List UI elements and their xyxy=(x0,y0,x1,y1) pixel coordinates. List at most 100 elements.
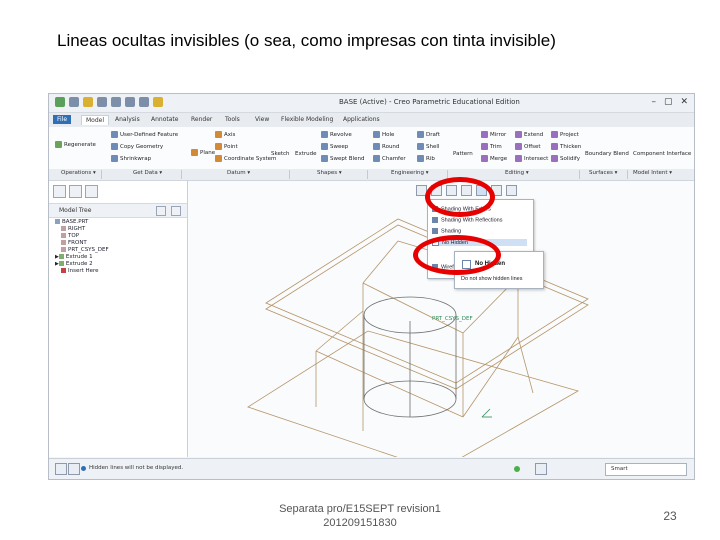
solidify-button[interactable]: Solidify xyxy=(551,155,580,162)
maximize-button[interactable]: ▢ xyxy=(664,97,673,107)
extend-button[interactable]: Extend xyxy=(515,131,543,138)
group-shapes[interactable]: Shapes ▾ xyxy=(317,170,342,176)
window-icon[interactable] xyxy=(139,97,149,107)
tree-item[interactable]: ▶ Extrude 2 xyxy=(55,261,109,268)
shrinkwrap-button[interactable]: Shrinkwrap xyxy=(111,155,151,162)
tab-render[interactable]: Render xyxy=(187,115,216,124)
rib-button[interactable]: Rib xyxy=(417,155,435,162)
view-manager-icon[interactable] xyxy=(506,185,517,196)
close-window-icon[interactable] xyxy=(153,97,163,107)
swept-blend-icon xyxy=(321,155,328,162)
tree-item[interactable]: BASE.PRT xyxy=(55,219,109,226)
undo-icon[interactable] xyxy=(97,97,107,107)
copy-geometry-button[interactable]: Copy Geometry xyxy=(111,143,163,150)
part-icon xyxy=(55,219,60,224)
open-icon[interactable] xyxy=(69,97,79,107)
status-message: Hidden lines will not be displayed. xyxy=(89,465,184,471)
show-menu-icon[interactable] xyxy=(171,206,181,216)
group-engineering[interactable]: Engineering ▾ xyxy=(391,170,429,176)
hole-icon xyxy=(373,131,380,138)
shrinkwrap-icon xyxy=(111,155,118,162)
show-browser-icon[interactable] xyxy=(68,463,80,475)
group-editing[interactable]: Editing ▾ xyxy=(505,170,529,176)
intersect-button[interactable]: Intersect xyxy=(515,155,548,162)
round-button[interactable]: Round xyxy=(373,143,399,150)
rib-icon xyxy=(417,155,424,162)
model-tree-tab-icon[interactable] xyxy=(53,185,66,198)
tree-item[interactable]: RIGHT xyxy=(55,226,109,233)
info-dot-icon xyxy=(81,466,86,471)
tab-file[interactable]: File xyxy=(53,115,72,124)
boundary-blend-button[interactable]: Boundary Blend xyxy=(585,151,629,157)
tab-view[interactable]: View xyxy=(251,115,273,124)
axis-button[interactable]: Axis xyxy=(215,131,235,138)
axis-icon xyxy=(215,131,222,138)
trim-button[interactable]: Trim xyxy=(481,143,502,150)
regenerate-button[interactable]: Regenerate xyxy=(55,141,96,148)
offset-button[interactable]: Offset xyxy=(515,143,541,150)
group-model-intent[interactable]: Model Intent ▾ xyxy=(633,170,672,176)
swept-blend-button[interactable]: Swept Blend xyxy=(321,155,364,162)
close-button[interactable]: ✕ xyxy=(680,97,688,107)
tab-annotate[interactable]: Annotate xyxy=(147,115,182,124)
tree-settings-icon[interactable] xyxy=(156,206,166,216)
group-datum[interactable]: Datum ▾ xyxy=(227,170,250,176)
tree-item[interactable]: ▶ Extrude 1 xyxy=(55,254,109,261)
tab-analysis[interactable]: Analysis xyxy=(111,115,144,124)
folder-browser-icon[interactable] xyxy=(69,185,82,198)
plane-button[interactable]: Plane xyxy=(191,149,215,156)
menu-item-shading-with-reflections[interactable]: Shading With Reflections xyxy=(432,217,502,223)
chamfer-button[interactable]: Chamfer xyxy=(373,155,406,162)
merge-button[interactable]: Merge xyxy=(481,155,507,162)
point-icon xyxy=(215,143,222,150)
chamfer-icon xyxy=(373,155,380,162)
redo-icon[interactable] xyxy=(111,97,121,107)
csys-label: PRT_CSYS_DEF xyxy=(432,316,473,322)
save-icon[interactable] xyxy=(83,97,93,107)
pattern-button[interactable]: Pattern xyxy=(453,151,473,157)
sketch-button[interactable]: Sketch xyxy=(271,151,290,157)
favorites-icon[interactable] xyxy=(85,185,98,198)
mirror-button[interactable]: Mirror xyxy=(481,131,506,138)
tree-item[interactable]: Insert Here xyxy=(55,268,109,275)
tree-item[interactable]: FRONT xyxy=(55,240,109,247)
draft-button[interactable]: Draft xyxy=(417,131,440,138)
group-operations[interactable]: Operations ▾ xyxy=(61,170,96,176)
highlight-circle xyxy=(425,177,495,217)
thicken-icon xyxy=(551,143,558,150)
tab-flexible-modeling[interactable]: Flexible Modeling xyxy=(277,115,337,124)
selection-icon[interactable] xyxy=(535,463,547,475)
shell-button[interactable]: Shell xyxy=(417,143,439,150)
datum-plane-icon xyxy=(61,240,66,245)
point-button[interactable]: Point xyxy=(215,143,238,150)
project-button[interactable]: Project xyxy=(551,131,579,138)
datum-plane-icon xyxy=(61,233,66,238)
shading-reflections-icon xyxy=(432,217,438,223)
sweep-button[interactable]: Sweep xyxy=(321,143,348,150)
group-get-data[interactable]: Get Data ▾ xyxy=(133,170,162,176)
mirror-icon xyxy=(481,131,488,138)
page-number: 23 xyxy=(663,509,677,523)
thicken-button[interactable]: Thicken xyxy=(551,143,581,150)
new-icon[interactable] xyxy=(55,97,65,107)
group-surfaces[interactable]: Surfaces ▾ xyxy=(589,170,617,176)
tab-applications[interactable]: Applications xyxy=(339,115,384,124)
hole-button[interactable]: Hole xyxy=(373,131,394,138)
minimize-button[interactable]: – xyxy=(651,97,656,107)
slide-title: Lineas ocultas invisibles (o sea, como i… xyxy=(57,31,556,50)
tree-item[interactable]: TOP xyxy=(55,233,109,240)
tab-model[interactable]: Model xyxy=(81,115,110,125)
regenerate-icon[interactable] xyxy=(125,97,135,107)
merge-icon xyxy=(481,155,488,162)
tab-tools[interactable]: Tools xyxy=(221,115,244,124)
component-interface-button[interactable]: Component Interface xyxy=(633,151,691,157)
revolve-button[interactable]: Revolve xyxy=(321,131,352,138)
selection-filter[interactable]: Smart xyxy=(605,463,687,476)
draft-icon xyxy=(417,131,424,138)
show-navigator-icon[interactable] xyxy=(55,463,67,475)
tree-item[interactable]: PRT_CSYS_DEF xyxy=(55,247,109,254)
menu-item-shading[interactable]: Shading xyxy=(432,228,461,234)
extrude-button[interactable]: Extrude xyxy=(295,151,317,157)
user-defined-feature-button[interactable]: User-Defined Feature xyxy=(111,131,178,138)
coordinate-system-button[interactable]: Coordinate System xyxy=(215,155,276,162)
